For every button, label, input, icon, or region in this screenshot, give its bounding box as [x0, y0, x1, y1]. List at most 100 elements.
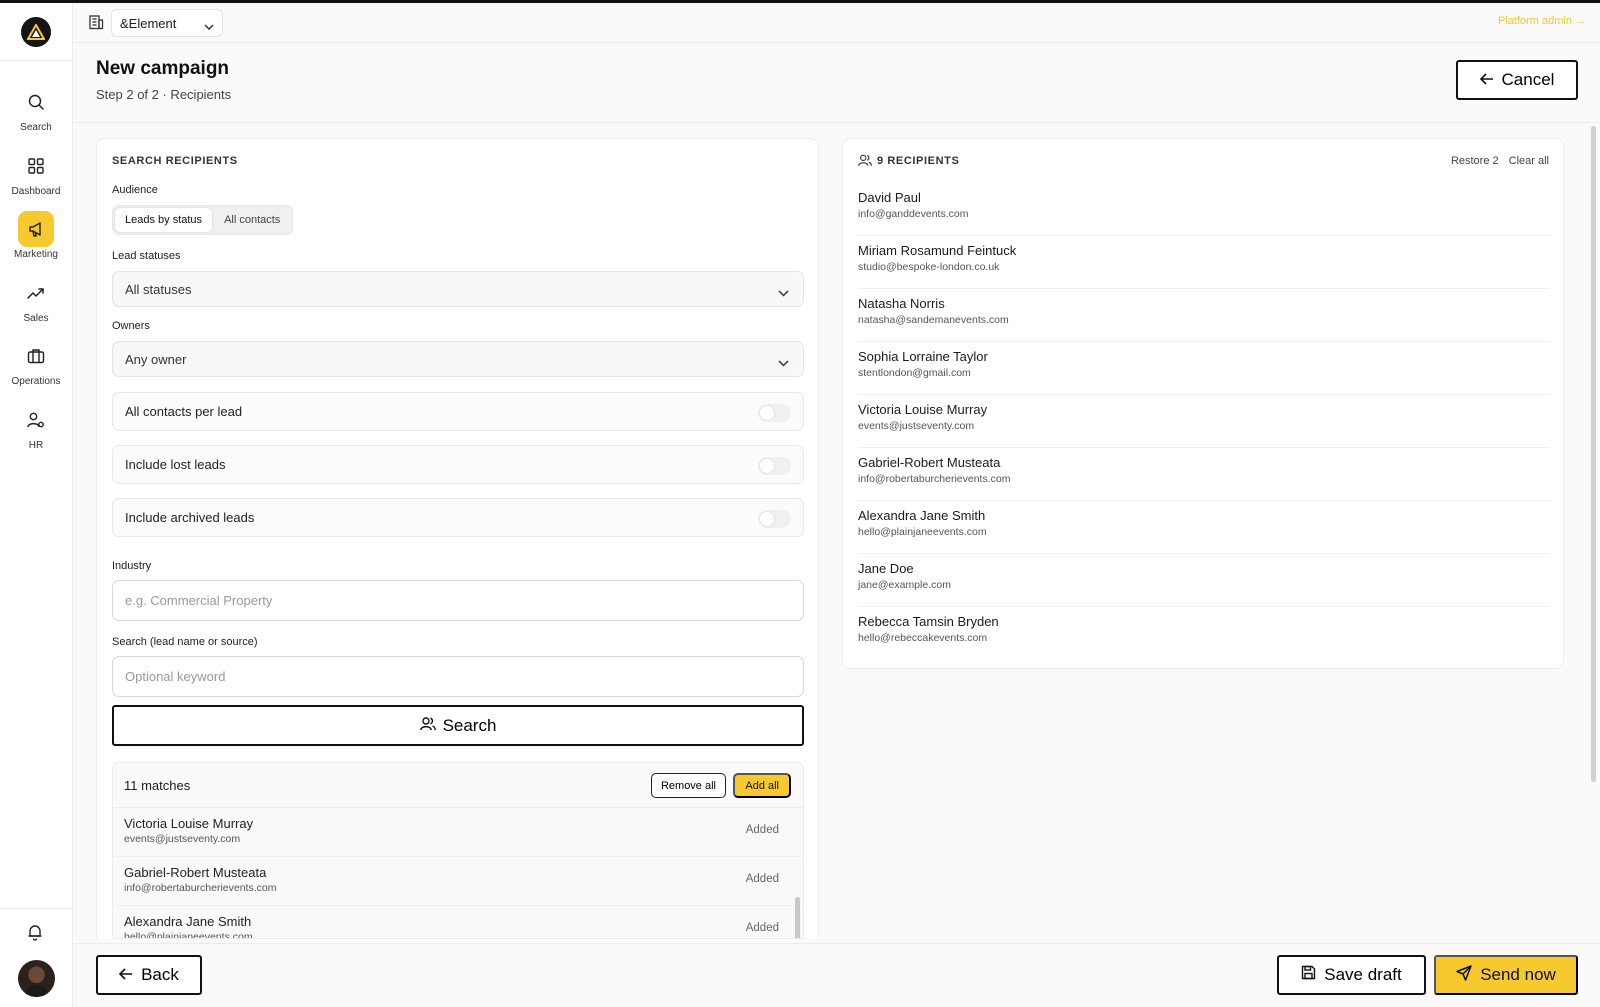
audience-option-all-contacts[interactable]: All contacts — [214, 208, 290, 232]
match-email: hello@plainjaneevents.com — [124, 931, 253, 939]
sidebar-item-sales[interactable]: Sales — [0, 275, 72, 331]
send-icon — [1456, 964, 1472, 986]
industry-input[interactable] — [112, 580, 804, 621]
owners-select[interactable]: Any owner — [112, 341, 804, 377]
recipients-title: 9 RECIPIENTS — [877, 155, 960, 167]
search-icon — [18, 84, 54, 120]
toggle-row-include-archived-leads: Include archived leads — [112, 498, 804, 537]
recipients-actions: Restore 2 Clear all — [1451, 155, 1549, 167]
toggle-label: Include archived leads — [125, 510, 255, 525]
recipient-name: Sophia Lorraine Taylor — [858, 349, 988, 364]
remove-all-button[interactable]: Remove all — [650, 773, 726, 798]
list-item[interactable]: Sophia Lorraine Taylor stentlondon@gmail… — [858, 342, 1550, 395]
list-item[interactable]: Gabriel-Robert Musteata info@robertaburc… — [113, 857, 803, 906]
back-button[interactable]: Back — [96, 955, 202, 995]
chevron-down-icon — [204, 18, 214, 33]
page-title: New campaign — [96, 58, 230, 79]
list-item[interactable]: Rebecca Tamsin Bryden hello@rebeccakeven… — [858, 607, 1550, 660]
recipient-name: Jane Doe — [858, 561, 914, 576]
save-draft-button[interactable]: Save draft — [1277, 955, 1426, 995]
search-recipients-panel: SEARCH RECIPIENTS Audience Leads by stat… — [96, 138, 819, 939]
recipients-panel: 9 RECIPIENTS Restore 2 Clear all David P… — [842, 138, 1564, 669]
send-now-button[interactable]: Send now — [1434, 955, 1578, 995]
list-item[interactable]: Alexandra Jane Smith hello@plainjaneeven… — [858, 501, 1550, 554]
search-recipients-title: SEARCH RECIPIENTS — [112, 155, 238, 167]
list-item[interactable]: David Paul info@ganddevents.com — [858, 183, 1550, 236]
toggle-row-all-contacts-per-lead: All contacts per lead — [112, 392, 804, 431]
save-draft-label: Save draft — [1324, 965, 1402, 984]
chevron-down-icon — [778, 355, 789, 370]
search-button-label: Search — [442, 715, 497, 735]
top-bar: &Element Platform admin → — [73, 3, 1600, 43]
organization-name: &Element — [120, 15, 177, 31]
industry-label: Industry — [112, 560, 152, 572]
sidebar-item-hr[interactable]: HR — [0, 402, 72, 458]
trending-up-icon — [18, 275, 54, 311]
list-item[interactable]: Natasha Norris natasha@sandemanevents.co… — [858, 289, 1550, 342]
send-now-label: Send now — [1480, 965, 1556, 984]
list-item[interactable]: Victoria Louise Murray events@justsevent… — [858, 395, 1550, 448]
sidebar-item-marketing[interactable]: Marketing — [0, 211, 72, 267]
owners-label: Owners — [112, 320, 150, 332]
cancel-label: Cancel — [1501, 70, 1555, 89]
recipient-email: info@ganddevents.com — [858, 208, 969, 220]
matches-scrollbar[interactable] — [795, 897, 800, 938]
sidebar-item-label: HR — [28, 440, 44, 451]
list-item[interactable]: Miriam Rosamund Feintuck studio@bespoke-… — [858, 236, 1550, 289]
dashboard-icon — [18, 148, 54, 184]
avatar[interactable] — [18, 960, 55, 997]
app-logo[interactable] — [21, 17, 51, 47]
added-status: Added — [745, 922, 779, 934]
recipient-name: Natasha Norris — [858, 296, 945, 311]
arrow-left-icon — [1479, 70, 1494, 90]
clear-all-button[interactable]: Clear all — [1509, 155, 1549, 167]
recipient-email: jane@example.com — [858, 579, 951, 591]
all-contacts-per-lead-switch[interactable] — [758, 404, 791, 422]
match-name: Alexandra Jane Smith — [124, 914, 252, 929]
logo-icon — [27, 24, 45, 40]
audience-label: Audience — [112, 184, 158, 196]
recipient-email: info@robertaburcherievents.com — [858, 473, 1011, 485]
megaphone-icon — [18, 211, 54, 247]
recipient-name: Rebecca Tamsin Bryden — [858, 614, 999, 629]
matches-count: 11 matches — [124, 777, 191, 793]
add-all-button[interactable]: Add all — [733, 773, 791, 798]
recipient-email: stentlondon@gmail.com — [858, 367, 971, 379]
organization-select[interactable]: &Element — [111, 9, 223, 37]
sidebar-item-search[interactable]: Search — [0, 84, 72, 140]
include-lost-leads-switch[interactable] — [758, 457, 791, 475]
restore-button[interactable]: Restore 2 — [1451, 155, 1499, 167]
sidebar-item-operations[interactable]: Operations — [0, 338, 72, 394]
sidebar-item-label: Sales — [23, 313, 49, 324]
added-status: Added — [745, 824, 779, 836]
save-icon — [1301, 965, 1316, 985]
audience-option-leads-by-status[interactable]: Leads by status — [115, 208, 213, 232]
sidebar-item-label: Operations — [11, 376, 61, 387]
recipient-name: Gabriel-Robert Musteata — [858, 455, 1001, 470]
match-email: events@justseventy.com — [124, 833, 241, 845]
list-item[interactable]: Victoria Louise Murray events@justsevent… — [113, 808, 803, 857]
list-item[interactable]: Gabriel-Robert Musteata info@robertaburc… — [858, 448, 1550, 501]
platform-admin-link[interactable]: Platform admin → — [1498, 15, 1586, 27]
include-archived-leads-switch[interactable] — [758, 510, 791, 528]
list-item[interactable]: Alexandra Jane Smith hello@plainjaneeven… — [113, 906, 803, 939]
recipient-email: events@justseventy.com — [858, 420, 975, 432]
keyword-input[interactable] — [112, 656, 804, 697]
arrow-left-icon — [118, 965, 133, 985]
matches-header: 11 matches Remove all Add all — [113, 763, 803, 808]
cancel-button[interactable]: Cancel — [1456, 60, 1578, 100]
match-email: info@robertaburcherievents.com — [124, 882, 277, 894]
search-button[interactable]: Search — [112, 705, 804, 746]
users-icon — [858, 154, 872, 172]
lead-statuses-select[interactable]: All statuses — [112, 271, 804, 307]
audience-segmented-control: Leads by status All contacts — [112, 205, 294, 235]
lead-statuses-value: All statuses — [125, 281, 192, 297]
bell-icon[interactable] — [26, 923, 46, 943]
lead-statuses-label: Lead statuses — [112, 250, 181, 262]
page-subtitle: Step 2 of 2 · Recipients — [96, 87, 232, 102]
recipient-name: Victoria Louise Murray — [858, 402, 988, 417]
page-scrollbar[interactable] — [1591, 126, 1596, 782]
recipient-email: studio@bespoke-london.co.uk — [858, 261, 1000, 273]
sidebar-item-dashboard[interactable]: Dashboard — [0, 148, 72, 204]
list-item[interactable]: Jane Doe jane@example.com — [858, 554, 1550, 607]
